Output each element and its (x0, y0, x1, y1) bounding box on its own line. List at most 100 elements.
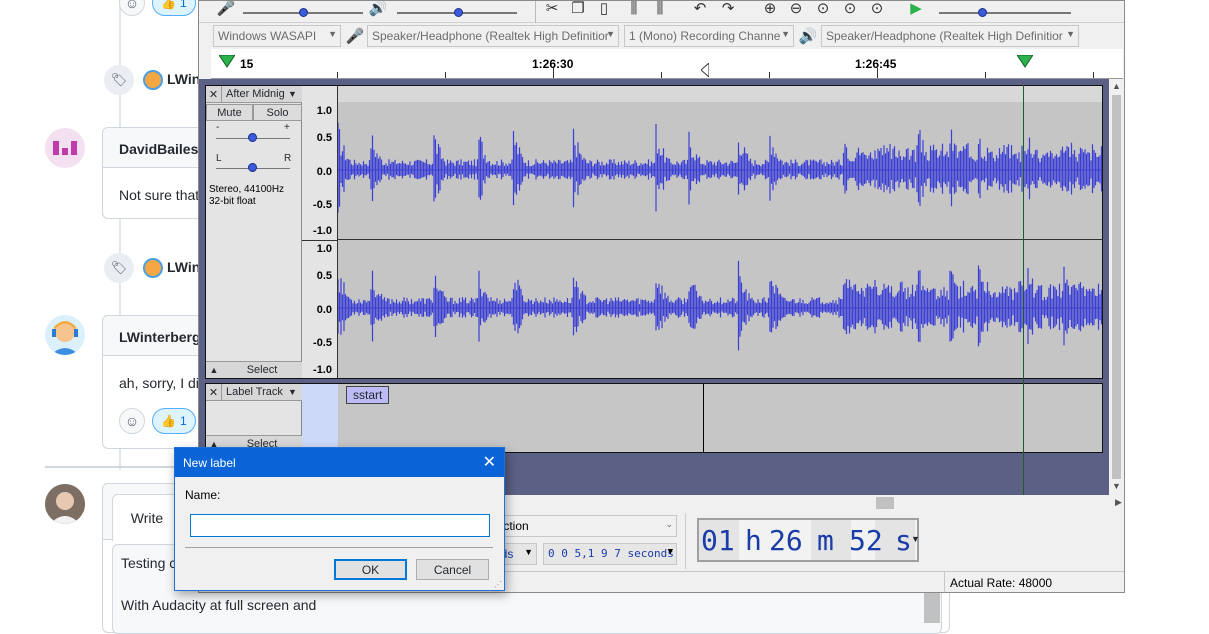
label-name-input[interactable] (190, 514, 490, 537)
track-title-bar[interactable]: ✕ After Midnig ▼ (206, 86, 302, 103)
undo-icon[interactable]: ↶ (689, 1, 711, 19)
slider-knob[interactable] (248, 163, 257, 172)
play-speed-slider[interactable] (939, 12, 1071, 14)
track-control-panel: ✕ Label Track ▼ ▲ Select (206, 384, 302, 452)
avatar[interactable] (143, 258, 163, 278)
chevron-up-icon[interactable]: ▲ (1112, 81, 1121, 91)
speaker-icon[interactable]: 🔊 (367, 1, 389, 19)
scroll-thumb[interactable] (876, 497, 894, 509)
track-name[interactable]: After Midnig (222, 88, 288, 100)
avatar[interactable] (143, 70, 163, 90)
selection-end-field[interactable]: 0 0 5,1 9 7 seconds ▼ (543, 543, 677, 565)
waveform-path (338, 122, 1102, 213)
cancel-button[interactable]: Cancel (416, 559, 489, 580)
gain-plus: + (284, 122, 290, 133)
recording-device-select[interactable]: Speaker/Headphone (Realtek High Definiti… (367, 25, 619, 47)
vertical-scale-right[interactable]: 1.0 0.5 0.0 -0.5 -1.0 (302, 240, 338, 378)
label-chip[interactable]: sstart (346, 386, 390, 404)
label-area[interactable]: sstart (338, 384, 1102, 452)
comment-author[interactable]: DavidBailes c (119, 141, 209, 157)
selection-mode-select[interactable]: lection ⌄ (489, 515, 677, 537)
play-at-speed-icon[interactable]: ▶ (905, 1, 927, 19)
avatar-current-user[interactable] (45, 484, 85, 524)
close-icon[interactable]: ✕ (206, 384, 222, 400)
chevron-down-icon: ▼ (524, 547, 533, 557)
add-reaction-button[interactable]: ☺ (119, 408, 145, 434)
add-reaction-button[interactable]: ☺ (119, 0, 145, 16)
track-name[interactable]: Label Track (222, 386, 288, 398)
thumbs-up-reaction[interactable]: 👍 1 (152, 408, 196, 434)
timeline-ruler[interactable]: 15 1:26:30 1:26:45 (211, 49, 1123, 79)
scroll-thumb[interactable] (1112, 95, 1121, 479)
resize-grip-icon[interactable]: ⋰ (494, 580, 502, 589)
play-head-icon[interactable] (219, 55, 235, 69)
copy-icon[interactable]: ❐ (567, 1, 589, 19)
event-username[interactable]: LWin (167, 71, 200, 87)
slider-knob[interactable] (978, 8, 987, 17)
chevron-down-icon[interactable]: ▼ (1112, 481, 1121, 491)
waveform-right-channel[interactable] (338, 240, 1102, 378)
scale-label: 0.5 (316, 132, 332, 144)
label-track[interactable]: ✕ Label Track ▼ ▲ Select sstart (205, 383, 1103, 453)
edit-cursor-marker (701, 63, 709, 77)
trim-audio-icon[interactable]: ⫼ (623, 1, 645, 19)
time-display[interactable]: 01 h 26 m 52 s ▼ (697, 518, 920, 562)
comment-body: Not sure that (119, 187, 200, 203)
time-minutes[interactable]: 26 (769, 524, 803, 557)
playback-device-select[interactable]: Speaker/Headphone (Realtek High Definiti… (821, 25, 1079, 47)
chevron-down-icon[interactable]: ▼ (911, 534, 920, 544)
ruler-tick (553, 68, 554, 78)
silence-audio-icon[interactable]: ⫼ (649, 1, 671, 19)
waveform-right (338, 260, 1102, 351)
microphone-icon: 🎤 (345, 28, 365, 45)
mute-button[interactable]: Mute (206, 104, 253, 121)
textarea-line-1: Testing c (121, 555, 177, 571)
paste-icon[interactable]: ▯ (593, 1, 615, 19)
avatar-davidbailes[interactable] (45, 128, 85, 168)
redo-icon[interactable]: ↷ (717, 1, 739, 19)
cut-icon[interactable]: ✂ (541, 1, 563, 19)
tab-write[interactable]: Write (112, 494, 182, 541)
solo-button[interactable]: Solo (253, 104, 302, 121)
thumbs-up-reaction[interactable]: 👍 1 (152, 0, 196, 16)
slider-knob[interactable] (454, 8, 463, 17)
ruler-tick (769, 72, 770, 78)
dialog-titlebar[interactable]: New label ✕ (175, 448, 504, 477)
audio-host-select[interactable]: Windows WASAPI ▼ (213, 25, 341, 47)
ok-button[interactable]: OK (334, 559, 407, 580)
time-hours[interactable]: 01 (701, 524, 735, 557)
close-icon[interactable]: ✕ (483, 452, 496, 472)
fit-project-icon[interactable]: ⊙ (839, 1, 861, 19)
scale-label: 1.0 (316, 243, 332, 255)
zoom-out-icon[interactable]: ⊖ (785, 1, 807, 19)
time-seconds[interactable]: 52 (849, 524, 883, 557)
collapse-icon[interactable]: ▲ (206, 365, 222, 375)
slider-knob[interactable] (299, 8, 308, 17)
comment-author[interactable]: LWinterberg (119, 329, 201, 345)
waveform-left-channel[interactable] (338, 86, 1102, 240)
chevron-down-icon[interactable]: ▼ (288, 89, 302, 99)
gain-minus: - (216, 122, 220, 133)
zoom-toggle-icon[interactable]: ⊙ (866, 1, 888, 19)
textarea-scrollbar[interactable] (924, 593, 940, 623)
close-icon[interactable]: ✕ (206, 86, 222, 102)
recording-channels-select[interactable]: 1 (Mono) Recording Channe ▼ (624, 25, 794, 47)
select-button[interactable]: Select (222, 364, 302, 376)
vertical-scrollbar[interactable]: ▲ ▼ (1109, 79, 1124, 495)
avatar-lwinterberg[interactable] (45, 315, 85, 355)
scale-label: 0.5 (316, 270, 332, 282)
fit-selection-icon[interactable]: ⊙ (812, 1, 834, 19)
vertical-scale-left[interactable]: 1.0 0.5 0.0 -0.5 -1.0 (302, 86, 338, 240)
track-title-bar[interactable]: ✕ Label Track ▼ (206, 384, 302, 401)
zoom-in-icon[interactable]: ⊕ (759, 1, 781, 19)
scale-label: -1.0 (313, 225, 332, 237)
thumbs-up-icon: 👍 (161, 414, 176, 428)
event-username[interactable]: LWin (167, 259, 200, 275)
slider-knob[interactable] (248, 133, 257, 142)
clip-handle[interactable] (338, 86, 1102, 102)
audio-track[interactable]: ✕ After Midnig ▼ Mute Solo - + L R Stere… (205, 85, 1103, 379)
chevron-right-icon[interactable]: ▶ (1115, 497, 1122, 508)
chevron-down-icon[interactable]: ▼ (288, 387, 302, 397)
track-select-bar[interactable]: ▲ Select (206, 361, 302, 378)
microphone-icon[interactable]: 🎤 (215, 1, 237, 19)
